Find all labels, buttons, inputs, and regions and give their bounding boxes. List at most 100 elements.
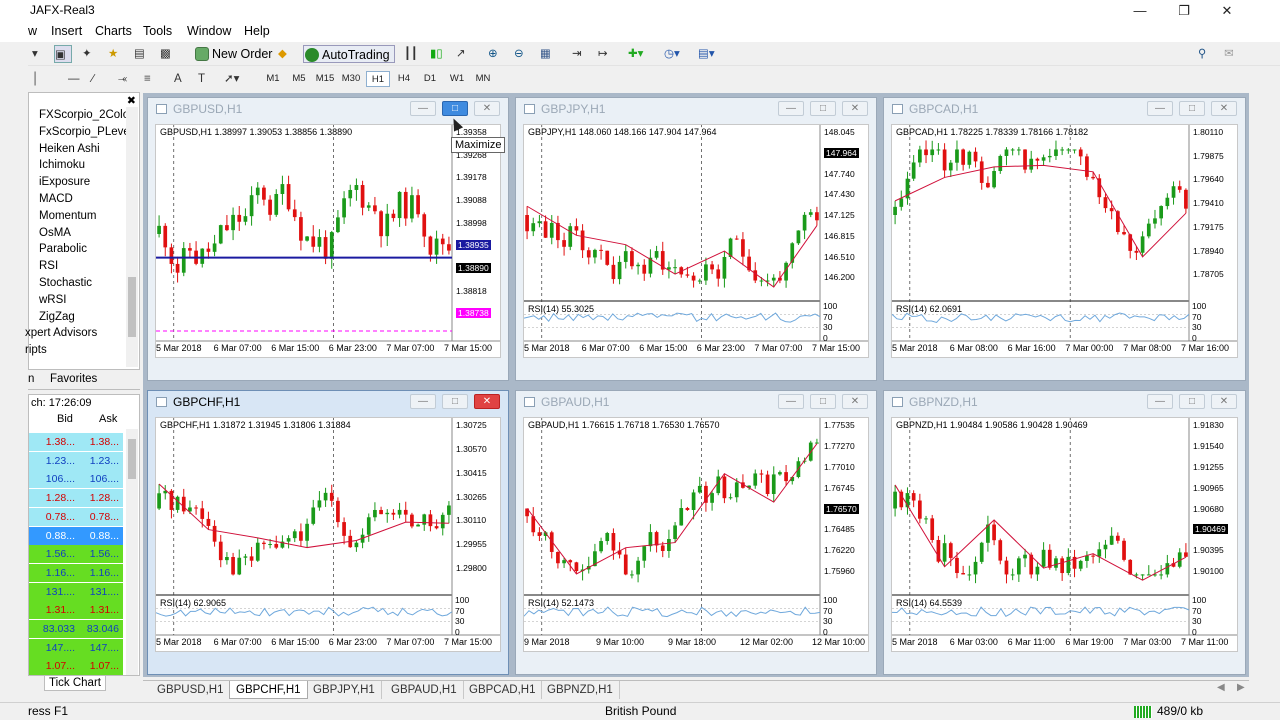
chart-minimize-button[interactable]: — [410,394,436,409]
chart-tab[interactable]: GBPAUD,H1 [385,681,464,699]
chart-canvas[interactable]: RSI(14) 64.5539 100 70 30 0 GBPNZD,H1 1.90484… [891,417,1238,652]
navigator-close-icon[interactable]: ✖ [127,94,136,107]
navigator-item[interactable]: xpert Advisors [25,327,97,339]
autoscroll-icon[interactable]: ↦ [598,45,608,63]
chart-close-button[interactable]: ✕ [1211,394,1237,409]
navigator-item[interactable]: FXScorpio_2Colo [39,109,129,121]
search-icon[interactable]: ⚲ [1198,45,1206,63]
chart-tab[interactable]: GBPNZD,H1 [541,681,620,699]
restore-icon[interactable]: ❐ [1162,0,1206,22]
chart-maximize-button[interactable]: □ [1179,394,1205,409]
chart-window-titlebar[interactable]: GBPJPY,H1 — □ ✕ [516,98,876,120]
text-tool-icon[interactable]: A [174,70,182,88]
market-watch-row[interactable]: 106.... 106.... [29,470,123,489]
zoom-in-icon[interactable]: ⊕ [488,45,498,63]
chart-close-button[interactable]: ✕ [474,394,500,409]
market-watch-row[interactable]: 1.07... 1.07... [29,657,123,675]
chart-minimize-button[interactable]: — [1147,394,1173,409]
fibonacci-tool-icon[interactable]: ≡ [144,70,151,88]
timeframe-h4[interactable]: H4 [392,71,416,87]
chart-shift-icon[interactable]: ⇥ [572,45,582,63]
timeframe-m1[interactable]: M1 [261,71,285,87]
chart-window[interactable]: GBPNZD,H1 — □ ✕ RSI(14) 64.5539 100 70 30 0 GBPNZ… [883,390,1246,675]
navigator-item[interactable]: FxScorpio_PLevel [39,126,132,138]
tab-common[interactable]: n [28,373,34,385]
bar-chart-icon[interactable]: ┃┃ [404,45,418,63]
cursor-tool-icon[interactable]: │ [32,70,39,88]
navigator-item[interactable]: Heiken Ashi [39,143,100,155]
market-watch-scrollbar[interactable] [126,429,138,675]
navigator-scroll-thumb[interactable] [128,277,136,337]
arrows-tool-icon[interactable]: ➚▾ [224,70,239,88]
zoom-out-icon[interactable]: ⊖ [514,45,524,63]
chart-minimize-button[interactable]: — [778,394,804,409]
chart-canvas[interactable]: RSI(14) 55.3025 100 70 30 0 GBPJPY,H1 148.060… [523,124,869,358]
chart-minimize-button[interactable]: — [1147,101,1173,116]
indicators-icon[interactable]: ✚▾ [628,45,643,63]
chart-canvas[interactable]: GBPUSD,H1 1.38997 1.39053 1.38856 1.3889… [155,124,501,358]
menu-insert[interactable]: Insert [51,24,82,38]
periods-icon[interactable]: ◷▾ [664,45,680,63]
tile-windows-icon[interactable]: ▦ [540,45,551,63]
menu-tools[interactable]: Tools [143,24,172,38]
timeframe-d1[interactable]: D1 [418,71,442,87]
timeframe-m30[interactable]: M30 [339,71,363,87]
templates-icon[interactable]: ▤▾ [698,45,715,63]
scroll-right-icon[interactable]: ▶ [1237,682,1245,693]
market-watch-row[interactable]: 1.23... 1.23... [29,451,123,470]
navigator-item[interactable]: wRSI [39,294,66,306]
market-watch-row[interactable]: 0.78... 0.78... [29,507,123,526]
chart-close-button[interactable]: ✕ [1211,101,1237,116]
timeframe-m15[interactable]: M15 [313,71,337,87]
chart-window-titlebar[interactable]: GBPCAD,H1 — □ ✕ [884,98,1245,120]
chart-close-button[interactable]: ✕ [842,394,868,409]
crosshair-icon[interactable]: ✦ [82,45,92,63]
navigator-item[interactable]: Momentum [39,210,97,222]
ask-column-header[interactable]: Ask [99,413,117,425]
scroll-left-icon[interactable]: ◀ [1217,682,1225,693]
navigator-item[interactable]: OsMA [39,227,71,239]
navigator-item[interactable]: iExposure [39,176,90,188]
menu-help[interactable]: Help [244,24,270,38]
tab-tick-chart[interactable]: Tick Chart [44,676,106,691]
chart-window[interactable]: GBPJPY,H1 — □ ✕ RSI(14) 55.3025 100 70 30 0 GBPJP… [515,97,877,381]
chart-maximize-button[interactable]: □ [442,394,468,409]
data-window-icon[interactable]: ▩ [160,45,171,63]
chart-window-titlebar[interactable]: GBPAUD,H1 — □ ✕ [516,391,876,413]
navigator-item[interactable]: RSI [39,260,58,272]
tab-favorites[interactable]: Favorites [50,373,97,385]
menu-view[interactable]: w [28,24,37,38]
timeframe-m5[interactable]: M5 [287,71,311,87]
navigator-item[interactable]: Ichimoku [39,159,85,171]
navigator-item[interactable]: Stochastic [39,277,92,289]
timeframe-mn[interactable]: MN [471,71,495,87]
timeframe-h1[interactable]: H1 [366,71,390,87]
line-chart-icon[interactable]: ↗ [456,45,466,63]
candlestick-icon[interactable]: ▮▯ [430,45,443,63]
trendline-tool-icon[interactable]: ∕ [92,70,94,88]
timeframe-w1[interactable]: W1 [445,71,469,87]
chart-tab[interactable]: GBPUSD,H1 [151,681,231,699]
chart-tab[interactable]: GBPJPY,H1 [307,681,382,699]
bid-column-header[interactable]: Bid [57,413,73,425]
chart-close-button[interactable]: ✕ [842,101,868,116]
chart-maximize-button[interactable]: □ [442,101,468,116]
chart-minimize-button[interactable]: — [410,101,436,116]
minimize-icon[interactable]: — [1118,0,1162,22]
chart-window-titlebar[interactable]: GBPNZD,H1 — □ ✕ [884,391,1245,413]
market-watch-row[interactable]: 1.28... 1.28... [29,489,123,508]
market-watch-row[interactable]: 1.16... 1.16... [29,563,123,582]
profiles-icon[interactable]: ▣ [54,45,72,63]
chart-close-button[interactable]: ✕ [474,101,500,116]
metaeditor-icon[interactable]: ◆ [278,45,287,63]
favorites-icon[interactable]: ★ [108,45,118,63]
navigator-scrollbar[interactable] [126,107,138,367]
navigator-item[interactable]: MACD [39,193,73,205]
label-tool-icon[interactable]: T [198,70,205,88]
menu-charts[interactable]: Charts [95,24,132,38]
chat-icon[interactable]: ✉ [1224,45,1234,63]
market-watch-row[interactable]: 147.... 147.... [29,638,123,657]
chart-tab[interactable]: GBPCAD,H1 [463,681,543,699]
chart-maximize-button[interactable]: □ [810,394,836,409]
chart-window[interactable]: GBPAUD,H1 — □ ✕ RSI(14) 52.1473 100 70 30 0 GBPAU… [515,390,877,675]
